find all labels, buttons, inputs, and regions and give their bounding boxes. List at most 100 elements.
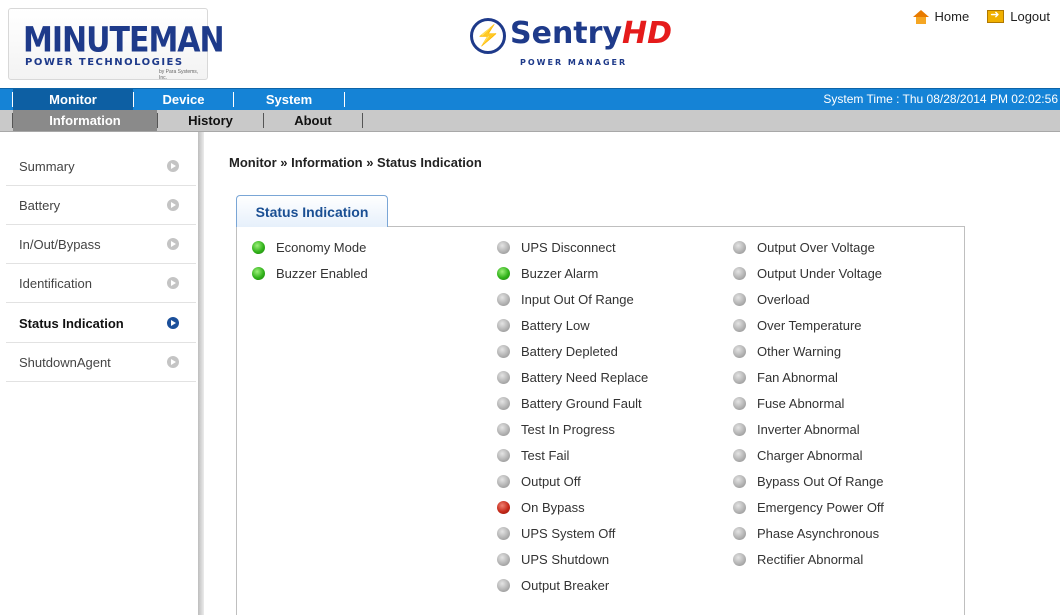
status-gray-indicator-icon <box>733 240 746 254</box>
status-green-indicator-icon <box>252 266 265 280</box>
sentry-name-suffix: HD <box>622 16 673 51</box>
status-item-label: Economy Mode <box>276 239 367 255</box>
status-item-label: Test Fail <box>521 447 570 463</box>
status-item-label: Over Temperature <box>757 317 862 333</box>
status-gray-indicator-icon <box>497 396 510 410</box>
status-item: UPS System Off <box>497 520 615 546</box>
status-item: Overload <box>733 286 810 312</box>
status-item-label: Phase Asynchronous <box>757 525 880 541</box>
subnav-information[interactable]: Information <box>13 110 157 131</box>
sidebar-item-in-out-bypass[interactable]: In/Out/Bypass <box>6 225 196 264</box>
status-gray-indicator-icon <box>497 552 510 566</box>
status-gray-indicator-icon <box>733 500 746 514</box>
status-gray-indicator-icon <box>497 578 510 592</box>
status-gray-indicator-icon <box>733 474 746 488</box>
status-gray-indicator-icon <box>733 292 746 306</box>
status-item-label: Output Under Voltage <box>757 265 883 281</box>
status-item: Inverter Abnormal <box>733 416 860 442</box>
sidebar-item-battery[interactable]: Battery <box>6 186 196 225</box>
sidebar-item-identification[interactable]: Identification <box>6 264 196 303</box>
status-gray-indicator-icon <box>733 526 746 540</box>
status-item: Phase Asynchronous <box>733 520 879 546</box>
sentry-tagline: POWER MANAGER <box>520 58 628 67</box>
status-item-label: Inverter Abnormal <box>757 421 860 437</box>
status-gray-indicator-icon <box>733 370 746 384</box>
status-item-label: Bypass Out Of Range <box>757 473 884 489</box>
sub-nav: Information History About <box>0 110 1060 132</box>
chevron-right-icon <box>167 238 179 250</box>
status-item-label: Emergency Power Off <box>757 499 884 515</box>
sentryhd-logo: ⚡ SentryHD POWER MANAGER <box>470 12 672 76</box>
status-green-indicator-icon <box>497 266 510 280</box>
status-item: Fuse Abnormal <box>733 390 844 416</box>
tab-status-indication[interactable]: Status Indication <box>236 195 388 227</box>
sidebar-item-label: ShutdownAgent <box>19 355 111 370</box>
status-red-indicator-icon <box>497 500 510 514</box>
status-item-label: Fuse Abnormal <box>757 395 845 411</box>
status-item: On Bypass <box>497 494 585 520</box>
chevron-right-icon <box>167 356 179 368</box>
chevron-right-icon <box>167 199 179 211</box>
top-links: Home Logout <box>912 8 1050 24</box>
status-item-label: Battery Ground Fault <box>521 395 642 411</box>
sidebar: Summary Battery In/Out/Bypass Identifica… <box>0 132 204 615</box>
nav-system[interactable]: System <box>234 89 344 110</box>
status-item: Economy Mode <box>252 234 366 260</box>
status-item-label: Battery Need Replace <box>521 369 649 385</box>
status-gray-indicator-icon <box>497 526 510 540</box>
status-item: Emergency Power Off <box>733 494 884 520</box>
status-gray-indicator-icon <box>497 422 510 436</box>
sidebar-item-summary[interactable]: Summary <box>6 147 196 186</box>
plug-icon: ⚡ <box>470 18 506 54</box>
status-item: Battery Need Replace <box>497 364 648 390</box>
status-gray-indicator-icon <box>497 474 510 488</box>
status-item-label: Test In Progress <box>521 421 615 437</box>
minuteman-brand: MINUTEMAN <box>23 20 225 61</box>
status-gray-indicator-icon <box>733 552 746 566</box>
sidebar-item-status-indication[interactable]: Status Indication <box>6 304 196 343</box>
status-item: Output Over Voltage <box>733 234 875 260</box>
chevron-right-icon <box>167 160 179 172</box>
status-item-label: Other Warning <box>757 343 842 359</box>
status-item-label: On Bypass <box>521 499 585 515</box>
minuteman-tiny: by Para Systems, Inc. <box>159 69 199 81</box>
status-item-label: UPS Shutdown <box>521 551 610 567</box>
status-item: Test Fail <box>497 442 569 468</box>
status-item: Battery Ground Fault <box>497 390 642 416</box>
status-gray-indicator-icon <box>733 396 746 410</box>
logout-link[interactable]: Logout <box>987 8 1050 24</box>
logout-icon <box>987 8 1005 23</box>
logout-label: Logout <box>1010 9 1050 24</box>
status-item: Battery Low <box>497 312 590 338</box>
status-item: Other Warning <box>733 338 841 364</box>
system-time: System Time : Thu 08/28/2014 PM 02:02:56 <box>823 92 1058 106</box>
status-item-label: Output Off <box>521 473 581 489</box>
sentry-name: SentryHD <box>510 16 672 51</box>
sidebar-item-shutdownagent[interactable]: ShutdownAgent <box>6 343 196 382</box>
status-item-label: Output Over Voltage <box>757 239 875 255</box>
status-item: Bypass Out Of Range <box>733 468 883 494</box>
sidebar-item-label: Status Indication <box>19 316 124 331</box>
status-item-label: Buzzer Enabled <box>276 265 368 281</box>
sidebar-item-label: In/Out/Bypass <box>19 237 101 252</box>
nav-monitor[interactable]: Monitor <box>13 89 133 110</box>
status-item-label: UPS System Off <box>521 525 616 541</box>
status-item: Battery Depleted <box>497 338 618 364</box>
subnav-history[interactable]: History <box>158 110 263 131</box>
status-gray-indicator-icon <box>497 448 510 462</box>
status-item: Test In Progress <box>497 416 615 442</box>
status-item-label: Rectifier Abnormal <box>757 551 864 567</box>
status-item-label: Charger Abnormal <box>757 447 863 463</box>
subnav-about[interactable]: About <box>264 110 362 131</box>
status-item-label: Output Breaker <box>521 577 610 593</box>
status-item-label: Fan Abnormal <box>757 369 838 385</box>
home-icon <box>912 9 929 24</box>
nav-device[interactable]: Device <box>134 89 233 110</box>
home-link[interactable]: Home <box>912 9 969 24</box>
status-gray-indicator-icon <box>733 448 746 462</box>
status-item-label: Battery Low <box>521 317 590 333</box>
status-gray-indicator-icon <box>497 240 510 254</box>
sidebar-item-label: Identification <box>19 276 92 291</box>
status-item: Input Out Of Range <box>497 286 634 312</box>
status-item-label: Battery Depleted <box>521 343 618 359</box>
